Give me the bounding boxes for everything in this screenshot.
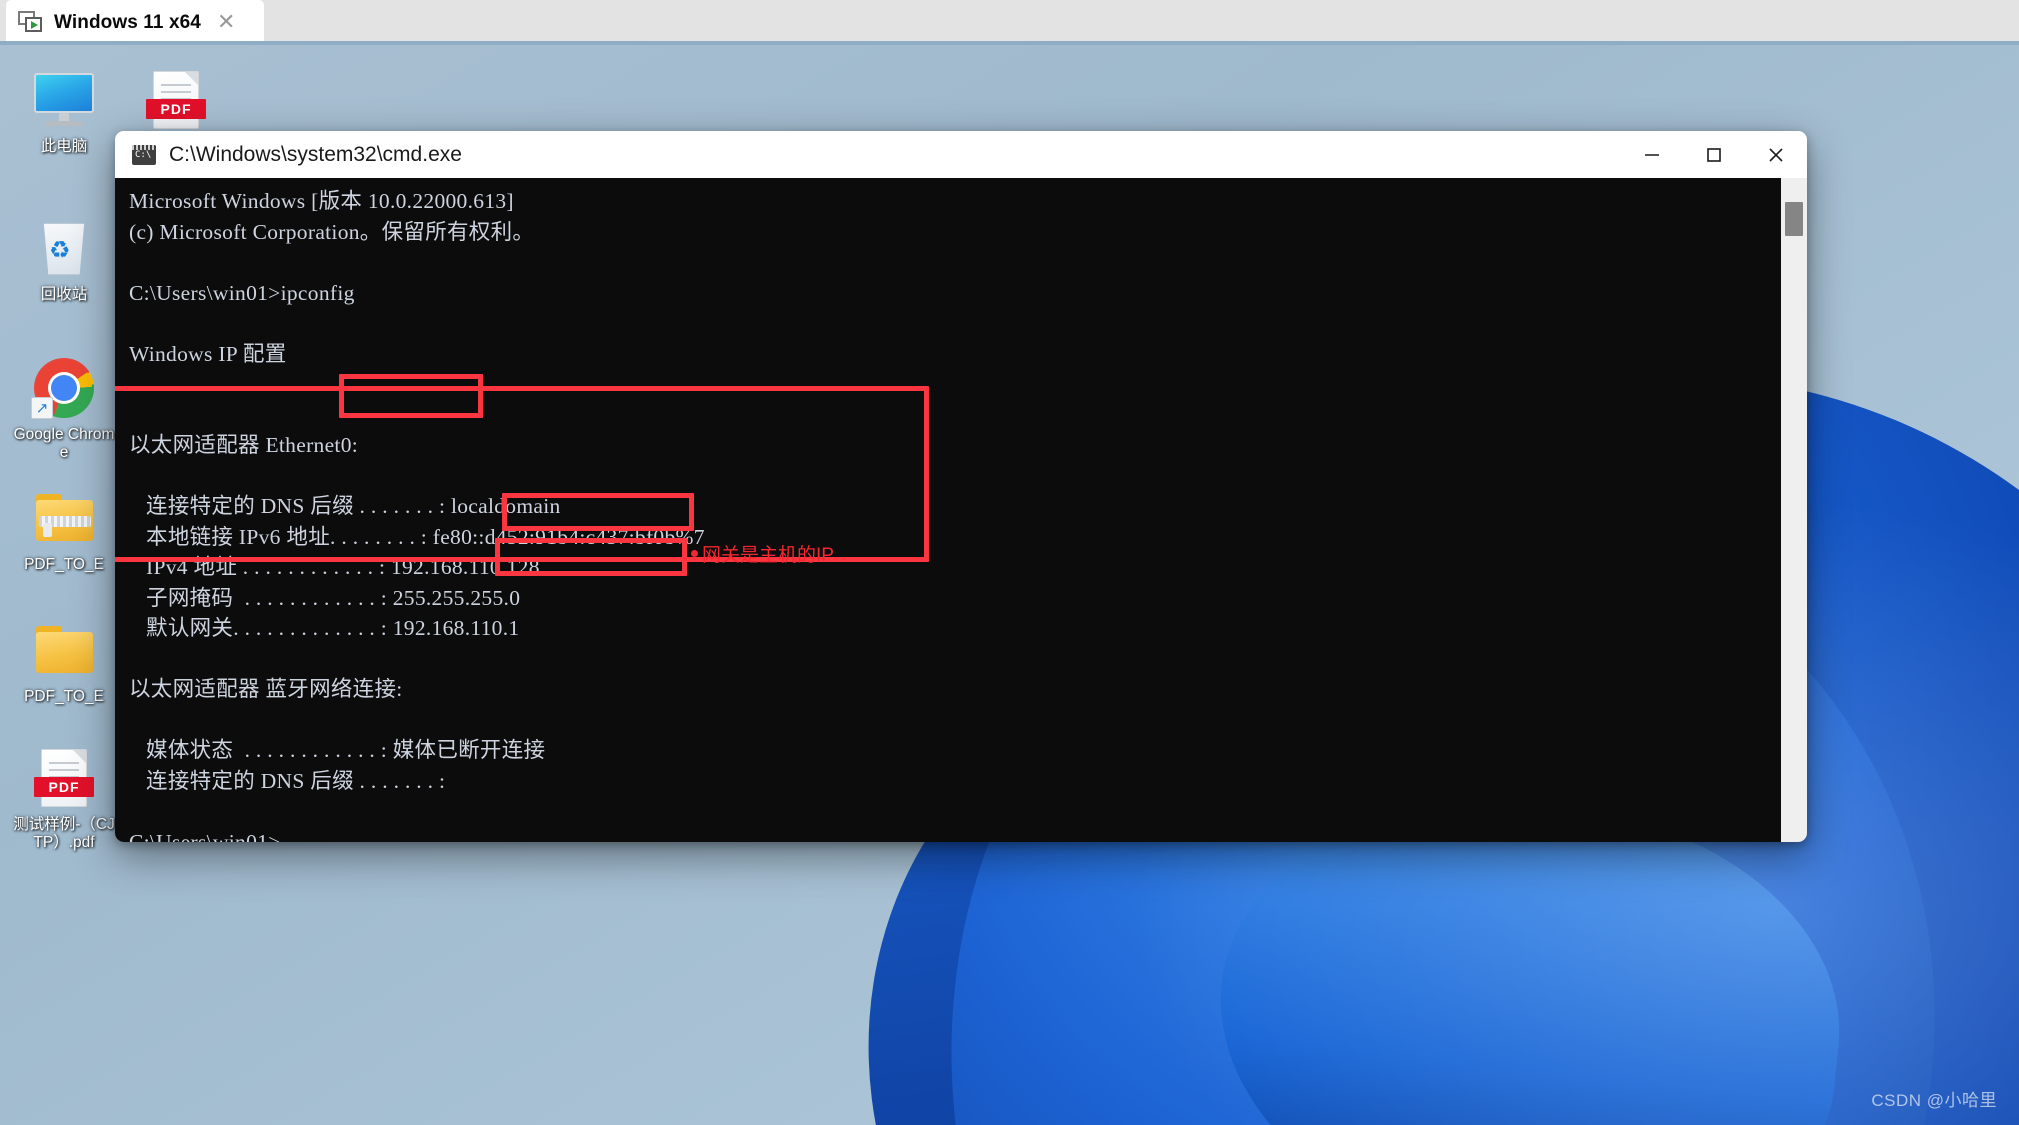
cmd-window-title: C:\Windows\system32\cmd.exe bbox=[169, 142, 462, 166]
desktop-icon-recycle-bin[interactable]: ♻ 回收站 bbox=[12, 215, 116, 304]
desktop-icon-pdf-top[interactable]: PDF bbox=[124, 67, 228, 138]
desktop-icon-this-pc[interactable]: 此电脑 bbox=[12, 67, 116, 156]
cmd-scrollbar-thumb[interactable] bbox=[1785, 202, 1803, 236]
desktop-icon-label: 此电脑 bbox=[40, 138, 88, 155]
desktop: 此电脑 PDF ♻ 回收站 ↗ Google Chrome PDF_TO_E P… bbox=[0, 45, 2019, 1125]
desktop-icon-test-sample-pdf[interactable]: PDF 测试样例-（CJTP）.pdf bbox=[12, 745, 116, 853]
minimize-button[interactable] bbox=[1621, 131, 1683, 178]
vm-tab-label: Windows 11 x64 bbox=[54, 11, 201, 33]
zipped-folder-icon bbox=[31, 485, 97, 551]
maximize-button[interactable] bbox=[1683, 131, 1745, 178]
shortcut-arrow-icon: ↗ bbox=[31, 397, 53, 419]
desktop-icon-google-chrome[interactable]: ↗ Google Chrome bbox=[12, 355, 116, 463]
desktop-icon-label: PDF_TO_E bbox=[24, 556, 104, 573]
cmd-output-area[interactable]: Microsoft Windows [版本 10.0.22000.613] (c… bbox=[115, 178, 1781, 842]
recycle-bin-icon: ♻ bbox=[31, 215, 97, 281]
desktop-icon-label: Google Chrome bbox=[13, 426, 115, 462]
watermark: CSDN @小哈里 bbox=[1871, 1091, 1997, 1110]
cmd-window[interactable]: C:\ C:\Windows\system32\cmd.exe Microsof… bbox=[115, 131, 1807, 842]
maximize-icon bbox=[1707, 147, 1721, 162]
chrome-icon: ↗ bbox=[31, 355, 97, 421]
vm-tab-strip: Windows 11 x64 ✕ bbox=[0, 0, 2019, 45]
desktop-icon-pdf-to-e-folder[interactable]: PDF_TO_E bbox=[12, 617, 116, 706]
desktop-icon-label: 测试样例-（CJTP）.pdf bbox=[13, 816, 115, 852]
cmd-console-icon: C:\ bbox=[132, 144, 156, 165]
pdf-badge: PDF bbox=[146, 99, 206, 119]
close-icon[interactable]: ✕ bbox=[217, 11, 235, 34]
monitor-icon bbox=[31, 67, 97, 133]
pdf-file-icon: PDF bbox=[143, 67, 209, 133]
close-icon bbox=[1769, 147, 1783, 162]
minimize-icon bbox=[1645, 153, 1659, 156]
pdf-file-icon: PDF bbox=[31, 745, 97, 811]
vm-screen-play-icon bbox=[18, 10, 44, 35]
cmd-title-bar[interactable]: C:\ C:\Windows\system32\cmd.exe bbox=[115, 131, 1807, 178]
vm-tab-windows-11[interactable]: Windows 11 x64 ✕ bbox=[6, 0, 264, 45]
desktop-icon-label: PDF_TO_E bbox=[24, 688, 104, 705]
close-button[interactable] bbox=[1745, 131, 1807, 178]
pdf-badge: PDF bbox=[34, 777, 94, 797]
desktop-icon-label: 回收站 bbox=[40, 286, 88, 303]
cmd-scrollbar[interactable] bbox=[1781, 178, 1807, 842]
cmd-console-body[interactable]: Microsoft Windows [版本 10.0.22000.613] (c… bbox=[115, 178, 1807, 842]
cmd-output-text: Microsoft Windows [版本 10.0.22000.613] (c… bbox=[129, 189, 705, 842]
desktop-icon-pdf-to-e-zip[interactable]: PDF_TO_E bbox=[12, 485, 116, 574]
folder-icon bbox=[31, 617, 97, 683]
